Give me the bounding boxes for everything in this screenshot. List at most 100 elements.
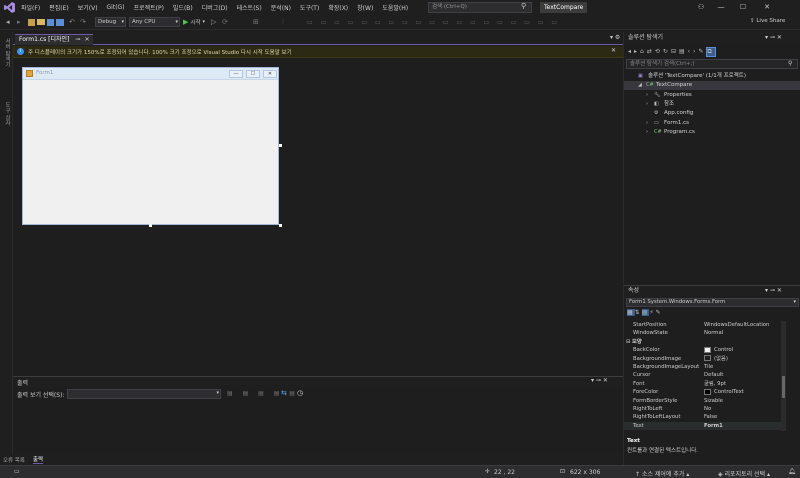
menu-item[interactable]: 도움말(H) bbox=[382, 3, 408, 12]
undo-icon[interactable]: ↶ bbox=[69, 18, 78, 27]
forward-icon[interactable]: ▸ bbox=[17, 18, 26, 27]
start-without-debug-icon[interactable]: ▷ bbox=[211, 18, 220, 27]
save-icon[interactable] bbox=[47, 18, 54, 26]
alphabetical-icon[interactable]: ⇅ bbox=[635, 309, 642, 316]
menu-item[interactable]: 보기(V) bbox=[78, 3, 98, 12]
new-item-icon[interactable] bbox=[28, 18, 35, 26]
properties-icon[interactable]: ▤ bbox=[641, 309, 650, 316]
maximize-button[interactable]: ☐ bbox=[732, 0, 754, 15]
home-icon[interactable]: ⌂ bbox=[640, 48, 647, 55]
menu-item[interactable]: 빌드(B) bbox=[173, 3, 193, 12]
output-source-select[interactable]: ▾ bbox=[67, 389, 221, 399]
server-explorer-tab[interactable]: 서버 탐색기 bbox=[3, 38, 11, 67]
code-icon[interactable]: ‹› bbox=[688, 48, 699, 55]
menu-item[interactable]: 확장(X) bbox=[328, 3, 348, 12]
menu-item[interactable]: 테스트(S) bbox=[237, 3, 262, 12]
live-share-button[interactable]: ⇪ Live Share bbox=[750, 18, 785, 24]
close-button[interactable]: ✕ bbox=[756, 0, 778, 15]
menu-item[interactable]: 파일(F) bbox=[21, 3, 40, 12]
property-row[interactable]: FormBorderStyle Sizable bbox=[624, 397, 784, 405]
search-input[interactable]: 검색 (Ctrl+Q) bbox=[428, 2, 532, 13]
menu-item[interactable]: 창(W) bbox=[357, 3, 373, 12]
configuration-select[interactable]: Debug ▾ bbox=[95, 17, 126, 27]
resize-handle-right[interactable] bbox=[279, 144, 282, 147]
tree-item[interactable]: › ▭ Form1.cs bbox=[624, 119, 800, 128]
add-source-control-button[interactable]: ↑ 소스 제어에 추가 ▴ bbox=[635, 469, 689, 478]
preview-icon[interactable]: ⧉ bbox=[706, 46, 716, 57]
tree-item[interactable]: ◢ C# TextCompare bbox=[624, 81, 800, 91]
expand-right-icon[interactable]: › bbox=[646, 100, 648, 109]
resize-handle-bottom[interactable] bbox=[149, 224, 152, 227]
tab-form1-design[interactable]: Form1.cs [디자인] ⊸ ✕ bbox=[15, 34, 94, 45]
platform-select[interactable]: Any CPU ▾ bbox=[129, 17, 180, 27]
expand-right-icon[interactable]: › bbox=[646, 119, 648, 128]
property-row[interactable]: RightToLeft No bbox=[624, 405, 784, 413]
output-tool-icons[interactable]: ▤ ▤ ▤ ▤ ▤ bbox=[227, 390, 299, 397]
minimize-button[interactable]: — bbox=[710, 0, 732, 15]
word-wrap-icon[interactable]: ⇆ bbox=[281, 389, 287, 397]
property-pages-icon[interactable]: ✎ bbox=[656, 309, 663, 316]
property-row[interactable]: UseWaitCursorFalse bbox=[624, 430, 784, 431]
property-row[interactable]: BackColor Control bbox=[624, 346, 784, 354]
form-preview[interactable]: Form1 — ☐ ✕ bbox=[22, 67, 279, 225]
properties-object-select[interactable]: Form1 System.Windows.Forms.Form ▾ bbox=[626, 298, 799, 307]
menu-item[interactable]: Git(G) bbox=[107, 4, 125, 11]
start-button[interactable]: ▶ 시작 ▾ bbox=[183, 18, 205, 26]
close-icon[interactable]: ✕ bbox=[84, 35, 89, 45]
back-icon[interactable]: ◂ bbox=[6, 18, 15, 27]
properties-scroll-thumb[interactable] bbox=[782, 376, 785, 398]
clock-icon[interactable]: ◷ bbox=[297, 389, 303, 397]
menu-item[interactable]: 도구(T) bbox=[300, 3, 319, 12]
tab-overflow-icon[interactable]: ▾ ⚙ bbox=[610, 34, 620, 41]
form-titlebar[interactable]: Form1 — ☐ ✕ bbox=[23, 68, 278, 80]
collapse-icon[interactable]: ⊟ bbox=[626, 338, 630, 346]
expand-down-icon[interactable]: ◢ bbox=[638, 81, 642, 90]
categorized-icon[interactable]: ▦ bbox=[627, 309, 635, 316]
show-all-files-icon[interactable]: ▤ bbox=[679, 48, 688, 55]
panel-controls-icon[interactable]: ▾ ⊸ ✕ bbox=[591, 377, 608, 384]
tab-output[interactable]: 출력 bbox=[33, 455, 44, 464]
collapse-all-icon[interactable]: ⊟ bbox=[671, 48, 679, 55]
property-row[interactable]: StartPosition WindowsDefaultLocation bbox=[624, 321, 784, 329]
property-category[interactable]: 모양 ⊟ bbox=[624, 338, 784, 346]
toolbox-tab[interactable]: 도구 상자 bbox=[3, 102, 11, 126]
account-icon[interactable]: ⚇ bbox=[690, 0, 712, 15]
notifications-icon[interactable]: 🔔︎ bbox=[788, 468, 796, 475]
refresh-icon[interactable]: ↻ bbox=[663, 48, 671, 55]
menu-item[interactable]: 분석(N) bbox=[271, 3, 291, 12]
menu-item[interactable]: 프로젝트(P) bbox=[134, 3, 164, 12]
property-row[interactable]: Text Form1 bbox=[624, 421, 784, 431]
property-row[interactable]: RightToLeftLayout False bbox=[624, 413, 784, 421]
tree-item[interactable]: › C# Program.cs bbox=[624, 128, 800, 137]
tree-item[interactable]: ▣ 솔루션 'TextCompare' (1/1개 프로젝트) bbox=[624, 72, 800, 81]
tab-error-list[interactable]: 오류 목록 bbox=[3, 456, 25, 464]
open-folder-icon[interactable] bbox=[37, 19, 45, 25]
menu-item[interactable]: 디버그(D) bbox=[202, 3, 228, 12]
property-row[interactable]: Cursor Default bbox=[624, 371, 784, 379]
resize-handle-corner[interactable] bbox=[279, 224, 282, 227]
menu-item[interactable]: 편집(E) bbox=[49, 3, 69, 12]
tree-item[interactable]: › 🔧︎ Properties bbox=[624, 91, 800, 100]
tree-item[interactable]: › ◧ 참조 bbox=[624, 100, 800, 109]
tree-item[interactable]: ⚙ App.config bbox=[624, 109, 800, 118]
expand-right-icon[interactable]: › bbox=[646, 91, 648, 100]
sync-icon[interactable]: ⟲ bbox=[655, 48, 663, 55]
expand-right-icon[interactable]: › bbox=[646, 128, 648, 137]
switch-view-icon[interactable]: ⇄ bbox=[647, 48, 655, 55]
property-row[interactable]: BackgroundImage (없음) bbox=[624, 355, 784, 363]
property-row[interactable]: BackgroundImageLayout Tile bbox=[624, 363, 784, 371]
property-row[interactable]: ForeColor ControlText bbox=[624, 388, 784, 396]
property-row[interactable]: Font 굴림, 9pt bbox=[624, 380, 784, 388]
hot-reload-icon[interactable]: ⟳ bbox=[222, 18, 231, 27]
close-icon[interactable]: ✕ bbox=[611, 47, 616, 54]
properties-wrench-icon[interactable]: ✎ bbox=[698, 48, 706, 55]
select-repo-button[interactable]: ◈ 리포지토리 선택 ▴ bbox=[718, 469, 770, 478]
panel-controls-icon[interactable]: ▾ ⊸ ✕ bbox=[765, 32, 782, 44]
property-row[interactable]: WindowState Normal bbox=[624, 329, 784, 337]
align-icon[interactable]: ⫶ bbox=[282, 18, 291, 27]
redo-icon[interactable]: ↷ bbox=[80, 18, 89, 27]
pin-icon[interactable]: ⊸ bbox=[75, 35, 80, 45]
solution-search-input[interactable]: 솔루션 탐색기 검색(Ctrl+;) bbox=[626, 59, 798, 69]
save-all-icon[interactable] bbox=[56, 18, 64, 26]
toolbar-misc-icon[interactable]: ⊞ bbox=[253, 18, 262, 27]
